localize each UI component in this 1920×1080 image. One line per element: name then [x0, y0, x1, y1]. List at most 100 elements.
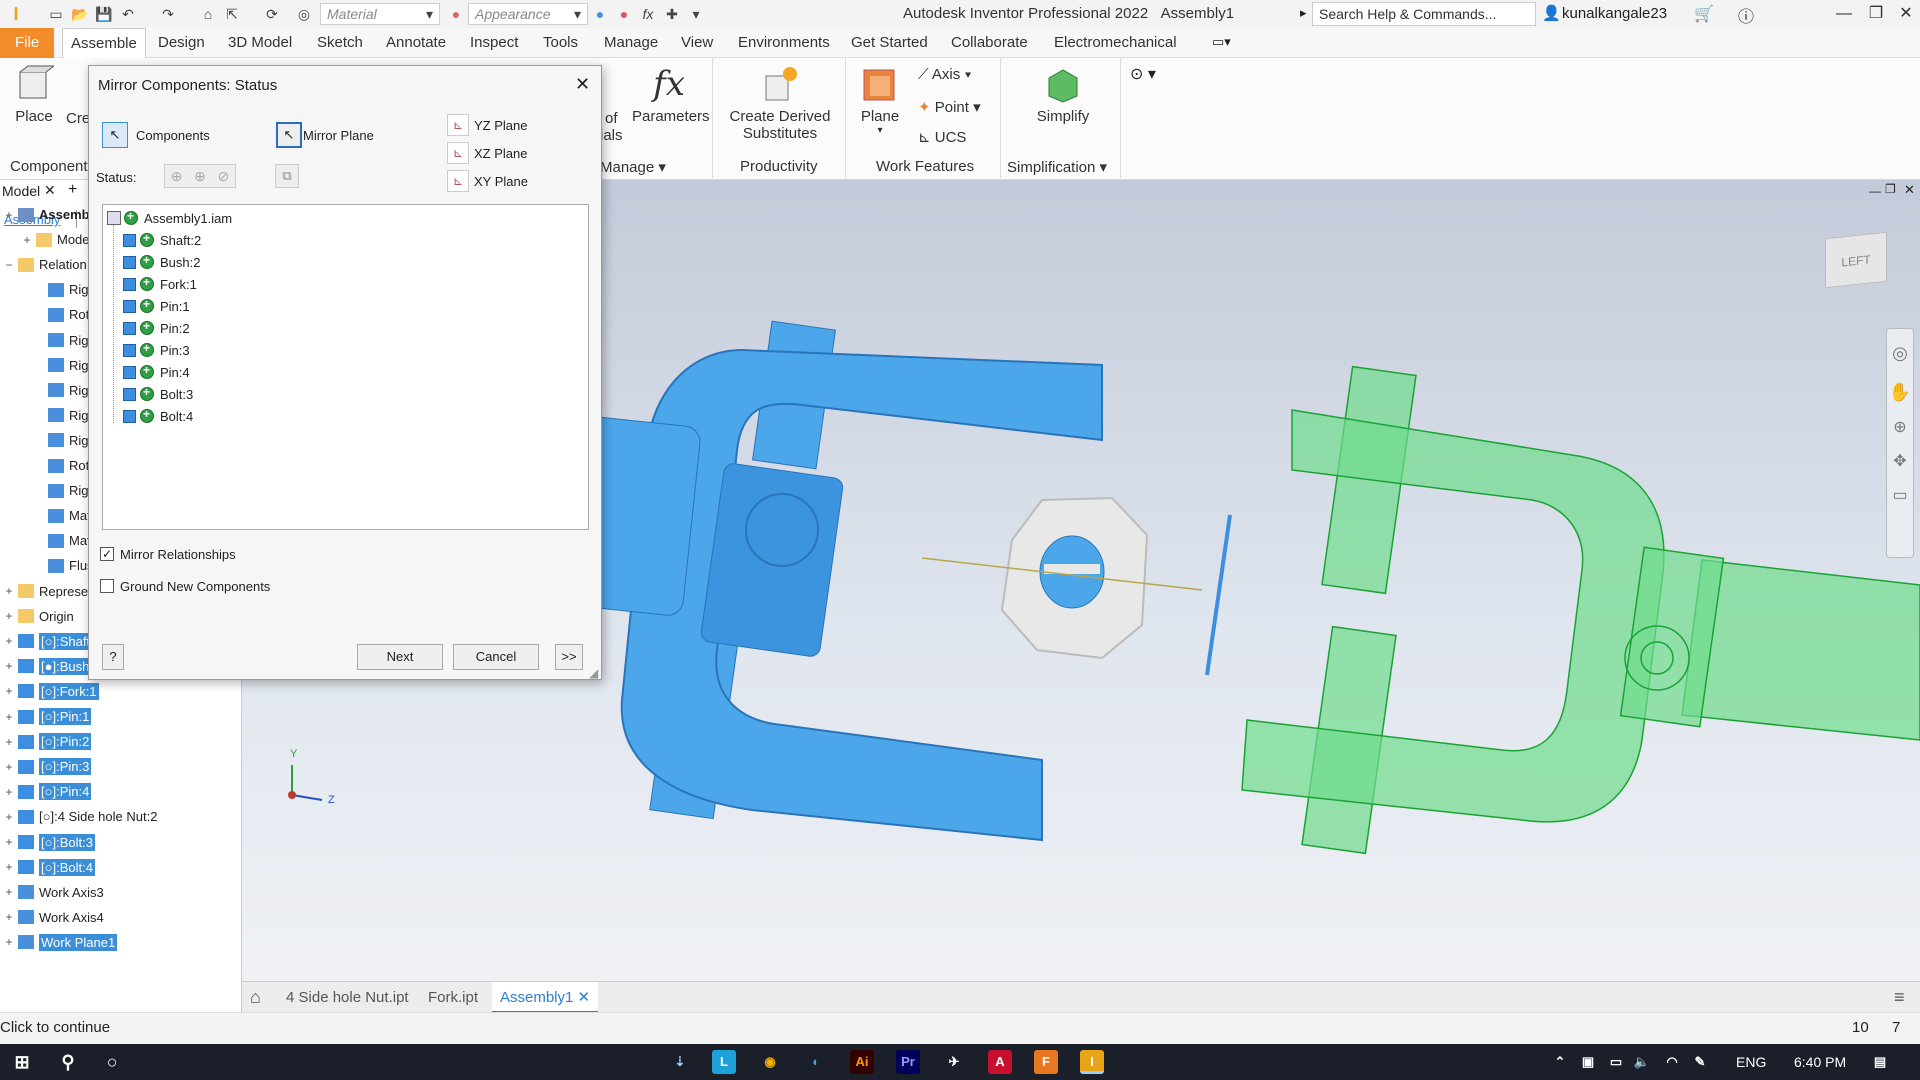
fusion-icon[interactable]: F	[1034, 1050, 1058, 1074]
expand-icon[interactable]: +	[0, 208, 18, 222]
expand-icon[interactable]: +	[0, 885, 18, 899]
taskbar-app-icon[interactable]: ⇣	[668, 1050, 692, 1074]
viewcube[interactable]: LEFT	[1825, 231, 1887, 289]
expand-icon[interactable]: +	[0, 659, 18, 673]
dialog-help-icon[interactable]: ?	[102, 644, 124, 670]
viewport-minimize-icon[interactable]: —	[1869, 184, 1881, 198]
mirror-status-icon[interactable]	[140, 385, 154, 401]
expand-icon[interactable]: +	[18, 233, 36, 247]
tab-annotate[interactable]: Annotate	[378, 28, 454, 58]
appearance-select[interactable]: Appearance ▾	[468, 3, 588, 25]
windows-start-icon[interactable]: ⊞	[10, 1050, 34, 1074]
reuse-status-icon[interactable]: ⊕	[194, 168, 206, 185]
axis-button[interactable]: ⟋ Axis ▾	[918, 66, 972, 83]
xy-plane-icon[interactable]: ⊾	[447, 170, 469, 192]
inventor-taskbar-icon[interactable]: I	[1080, 1050, 1104, 1074]
browser-row[interactable]: + [○]:Bolt:4	[0, 855, 242, 880]
tree-item[interactable]: Bush:2	[123, 251, 200, 273]
browser-row[interactable]: + [○]:Pin:1	[0, 704, 242, 729]
tab-get-started[interactable]: Get Started	[843, 28, 936, 58]
tab-file[interactable]: File	[0, 28, 55, 58]
ground-new-components-checkbox[interactable]	[100, 579, 114, 593]
manage-panel-label[interactable]: Manage ▾	[600, 158, 666, 176]
expand-icon[interactable]: +	[0, 835, 18, 849]
copy-icon[interactable]: ⧉	[275, 164, 299, 188]
zoom-icon[interactable]: ⊕	[1887, 417, 1913, 437]
mirror-status-icon[interactable]	[124, 209, 138, 225]
tree-item[interactable]: Bolt:4	[123, 405, 193, 427]
create-derived-substitutes-button[interactable]: Create Derived Substitutes	[728, 64, 832, 142]
create-button[interactable]: Cre	[66, 110, 90, 127]
edge-icon[interactable]: ◐	[804, 1050, 828, 1074]
tree-item[interactable]: Pin:3	[123, 339, 190, 361]
tree-item[interactable]: Fork:1	[123, 273, 197, 295]
illustrator-icon[interactable]: Ai	[850, 1050, 874, 1074]
mirror-status-icon[interactable]: ⊕	[171, 168, 183, 185]
place-button[interactable]: Place	[10, 64, 58, 125]
mirror-status-icon[interactable]	[140, 231, 154, 247]
select-icon[interactable]: ⇱	[220, 3, 244, 25]
yz-plane-icon[interactable]: ⊾	[447, 114, 469, 136]
mirror-status-icon[interactable]	[140, 275, 154, 291]
browser-row[interactable]: + [○]:4 Side hole Nut:2	[0, 804, 242, 829]
tree-item[interactable]: Pin:2	[123, 317, 190, 339]
chrome-icon[interactable]: ◉	[758, 1050, 782, 1074]
tab-tools[interactable]: Tools	[535, 28, 586, 58]
tab-design[interactable]: Design	[150, 28, 213, 58]
mirror-status-icon[interactable]	[140, 319, 154, 335]
tree-root[interactable]: Assembly1.iam	[107, 207, 232, 229]
add-tab-icon[interactable]: +	[68, 181, 77, 199]
steering-wheel-icon[interactable]: ◎	[1887, 343, 1913, 364]
browser-row[interactable]: + Work Axis4	[0, 905, 242, 930]
expand-icon[interactable]: +	[0, 760, 18, 774]
xy-plane-label[interactable]: XY Plane	[474, 174, 528, 189]
expand-icon[interactable]: +	[0, 609, 18, 623]
simplification-panel-label[interactable]: Simplification ▾	[1007, 158, 1107, 176]
expand-icon[interactable]: +	[0, 860, 18, 874]
premiere-icon[interactable]: Pr	[896, 1050, 920, 1074]
notification-icon[interactable]: ▤	[1868, 1050, 1892, 1074]
cancel-button[interactable]: Cancel	[453, 644, 539, 670]
expand-icon[interactable]: +	[0, 684, 18, 698]
tree-item[interactable]: Pin:4	[123, 361, 190, 383]
exclude-status-icon[interactable]: ⊘	[217, 168, 229, 185]
bom-button[interactable]: of ials	[600, 110, 623, 144]
tab-assemble[interactable]: Assemble	[62, 28, 146, 58]
mirror-status-icon[interactable]	[140, 341, 154, 357]
help-icon[interactable]: ⓘ	[1738, 3, 1754, 27]
taskbar-app-l-icon[interactable]: L	[712, 1050, 736, 1074]
viewport-restore-icon[interactable]: ❐	[1885, 182, 1896, 196]
plane-button[interactable]: Plane ▾	[858, 64, 902, 136]
tab-menu-icon[interactable]: ≡	[1894, 982, 1905, 1013]
mirror-status-icon[interactable]	[140, 407, 154, 423]
new-icon[interactable]: ▭	[44, 3, 68, 25]
expand-icon[interactable]: +	[0, 735, 18, 749]
dialog-close-icon[interactable]: ✕	[575, 74, 590, 95]
resize-grip-icon[interactable]: ◢	[589, 666, 598, 680]
expand-icon[interactable]: −	[0, 258, 18, 272]
clock[interactable]: 6:40 PM	[1794, 1054, 1846, 1070]
tab-model[interactable]: Model	[2, 183, 40, 199]
search-input[interactable]: Search Help & Commands...	[1312, 2, 1536, 26]
expand-icon[interactable]: +	[0, 634, 18, 648]
tray-chevron-icon[interactable]: ⌃	[1548, 1050, 1572, 1074]
tab-environments[interactable]: Environments	[730, 28, 838, 58]
orbit-icon[interactable]: ✥	[1887, 451, 1913, 471]
battery-icon[interactable]: ▭	[1604, 1050, 1628, 1074]
close-doc-tab-icon[interactable]: ✕	[578, 989, 591, 1006]
mirror-status-icon[interactable]	[140, 297, 154, 313]
tab-collaborate[interactable]: Collaborate	[943, 28, 1036, 58]
tab-sketch[interactable]: Sketch	[309, 28, 371, 58]
navigation-bar[interactable]: ◎ ✋ ⊕ ✥ ▭	[1886, 328, 1914, 558]
open-icon[interactable]: 📂	[68, 3, 92, 25]
home-icon[interactable]: ⌂	[196, 3, 220, 25]
tree-item[interactable]: Shaft:2	[123, 229, 201, 251]
pan-icon[interactable]: ✋	[1887, 382, 1913, 403]
ribbon-options-icon[interactable]: ⊙ ▾	[1130, 64, 1156, 84]
fx-icon[interactable]: fx	[636, 3, 660, 25]
expand-arrow-icon[interactable]: ▸	[1300, 5, 1307, 21]
mirror-relationships-checkbox[interactable]: ✓	[100, 547, 114, 561]
expand-icon[interactable]: +	[0, 910, 18, 924]
viewport-close-icon[interactable]: ✕	[1904, 182, 1915, 198]
tab-view[interactable]: View	[673, 28, 721, 58]
